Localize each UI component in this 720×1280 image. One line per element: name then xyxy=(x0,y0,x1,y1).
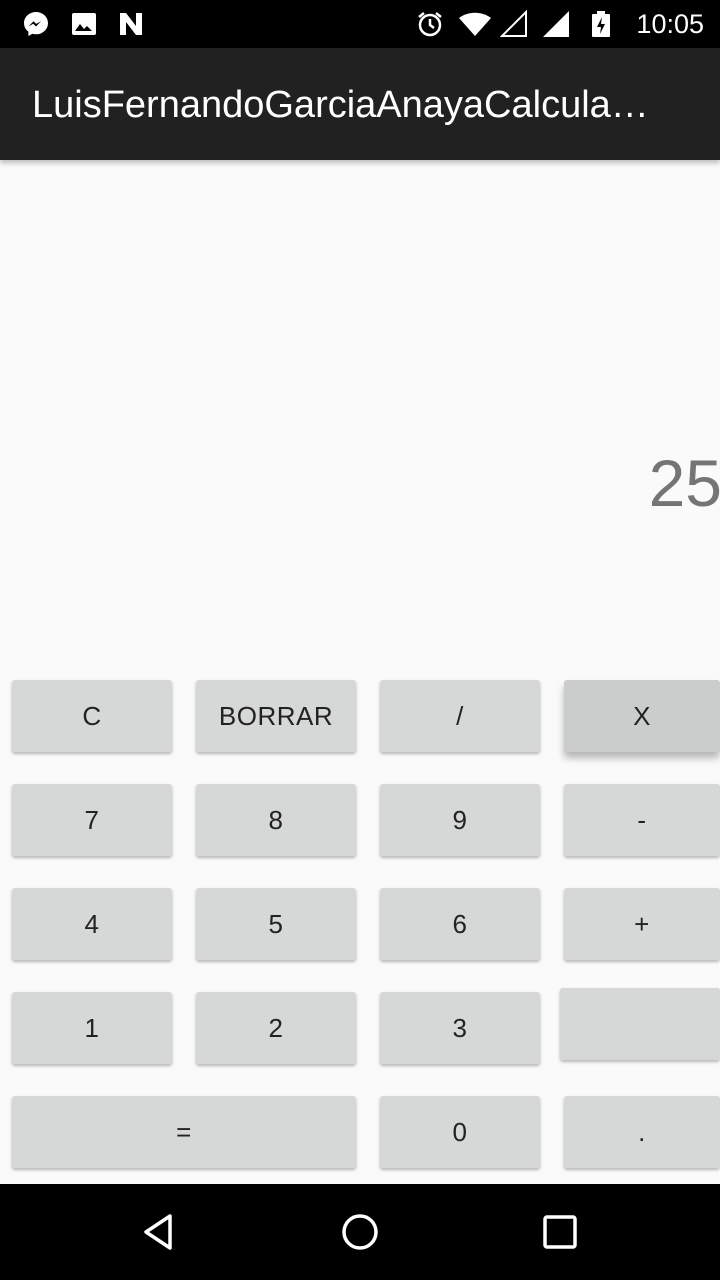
digit-5-button[interactable]: 5 xyxy=(196,888,356,960)
action-bar: LuisFernandoGarciaAnayaCalcula… xyxy=(0,48,720,160)
add-button[interactable]: + xyxy=(564,888,720,960)
digit-8-button[interactable]: 8 xyxy=(196,784,356,856)
decimal-button[interactable]: . xyxy=(564,1096,720,1168)
status-time: 10:05 xyxy=(636,9,704,39)
digit-4-button[interactable]: 4 xyxy=(12,888,172,960)
app-title: LuisFernandoGarciaAnayaCalcula… xyxy=(32,84,649,126)
digit-2-button[interactable]: 2 xyxy=(196,992,356,1064)
display-value: 25 xyxy=(648,446,720,520)
signal-empty-icon xyxy=(500,10,527,37)
calculator-display: 25 xyxy=(0,160,720,675)
n-notification-icon xyxy=(120,13,142,35)
navigation-bar xyxy=(0,1184,720,1280)
wifi-icon xyxy=(459,12,491,36)
digit-3-button[interactable]: 3 xyxy=(380,992,540,1064)
digit-9-button[interactable]: 9 xyxy=(380,784,540,856)
image-icon xyxy=(72,13,96,35)
equals-button[interactable]: = xyxy=(12,1096,356,1168)
digit-0-button[interactable]: 0 xyxy=(380,1096,540,1168)
divide-button[interactable]: / xyxy=(380,680,540,752)
alarm-icon xyxy=(418,12,442,37)
battery-charging-icon xyxy=(592,11,610,37)
blank-button[interactable] xyxy=(560,988,720,1060)
delete-button[interactable]: BORRAR xyxy=(196,680,356,752)
recents-icon[interactable] xyxy=(536,1208,584,1256)
messenger-icon xyxy=(24,12,48,36)
subtract-button[interactable]: - xyxy=(564,784,720,856)
digit-1-button[interactable]: 1 xyxy=(12,992,172,1064)
signal-icon xyxy=(543,11,569,37)
home-icon[interactable] xyxy=(336,1208,384,1256)
clear-button[interactable]: C xyxy=(12,680,172,752)
status-bar: 10:05 xyxy=(0,0,720,48)
back-icon[interactable] xyxy=(136,1208,184,1256)
digit-7-button[interactable]: 7 xyxy=(12,784,172,856)
multiply-button[interactable]: X xyxy=(564,680,720,752)
digit-6-button[interactable]: 6 xyxy=(380,888,540,960)
